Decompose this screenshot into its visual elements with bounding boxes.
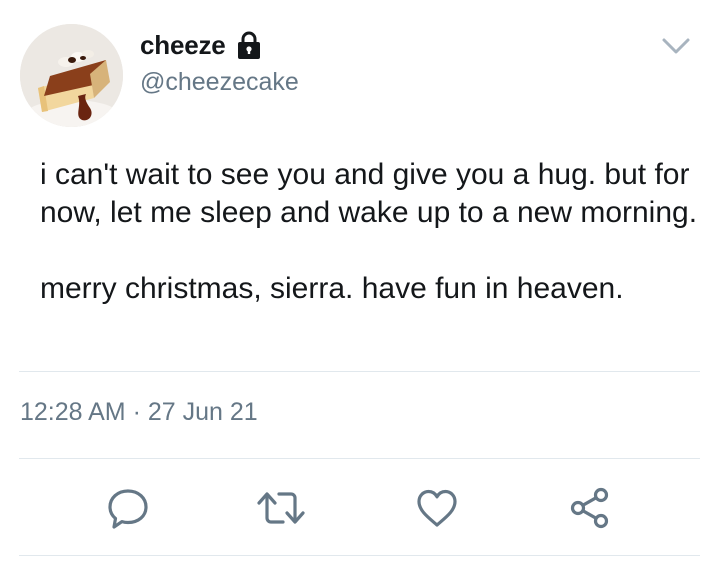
- retweet-icon: [255, 488, 307, 528]
- action-bar: [0, 480, 719, 536]
- tweet-date: 27 Jun 21: [147, 398, 258, 426]
- share-button[interactable]: [560, 480, 620, 536]
- divider: [19, 371, 700, 372]
- tweet-paragraph: merry christmas, sierra. have fun in hea…: [40, 272, 624, 305]
- avatar[interactable]: [20, 24, 123, 127]
- like-button[interactable]: [407, 480, 467, 536]
- tweet-timestamp[interactable]: 12:28 AM · 27 Jun 21: [20, 398, 258, 427]
- divider: [19, 458, 700, 459]
- chevron-down-icon[interactable]: [660, 35, 692, 57]
- lock-icon: [236, 30, 262, 60]
- tweet-time: 12:28 AM: [20, 398, 126, 426]
- reply-icon: [106, 486, 150, 530]
- reply-button[interactable]: [98, 480, 158, 536]
- display-name[interactable]: cheeze: [140, 30, 226, 61]
- divider: [19, 555, 700, 556]
- user-handle[interactable]: @cheezecake: [140, 68, 299, 97]
- tweet-text: i can't wait to see you and give you a h…: [40, 156, 700, 308]
- tweet-paragraph: i can't wait to see you and give you a h…: [40, 158, 698, 229]
- retweet-button[interactable]: [251, 480, 311, 536]
- meta-separator: ·: [132, 398, 141, 426]
- heart-icon: [415, 487, 459, 529]
- display-name-row[interactable]: cheeze: [140, 28, 262, 62]
- cheesecake-avatar-image: [20, 24, 123, 127]
- share-icon: [567, 486, 613, 530]
